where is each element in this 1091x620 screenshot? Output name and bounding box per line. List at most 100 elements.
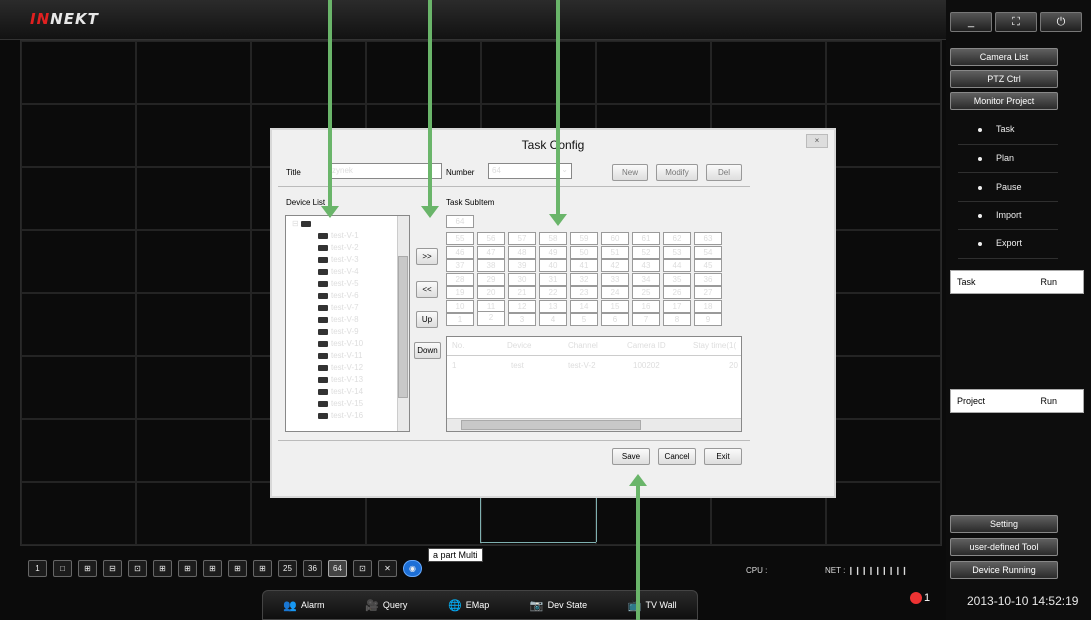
subitem-cell[interactable]: 22 xyxy=(539,286,567,299)
camera-list-button[interactable]: Camera List xyxy=(950,48,1058,66)
layout-36-button[interactable]: 36 xyxy=(303,560,322,577)
delete-button[interactable]: Del xyxy=(706,164,742,181)
subitem-cell[interactable]: 52 xyxy=(632,245,660,259)
column-header[interactable]: No. xyxy=(452,341,464,350)
alarm-indicator[interactable]: 1 xyxy=(910,592,930,604)
monitor-project-button[interactable]: Monitor Project xyxy=(950,92,1058,110)
subitem-cell[interactable]: 54 xyxy=(694,245,722,259)
subitem-cell[interactable]: 63 xyxy=(694,232,722,245)
subitem-cell[interactable]: 47 xyxy=(477,245,505,259)
subitem-cell[interactable]: 29 xyxy=(477,272,505,286)
tree-scrollbar[interactable] xyxy=(397,216,409,431)
column-header[interactable]: Channel xyxy=(568,341,598,350)
tree-item[interactable]: test-V-5 xyxy=(318,279,359,288)
subitem-cell[interactable]: 56 xyxy=(477,232,505,245)
move-up-button[interactable]: Up xyxy=(416,311,438,328)
subitem-cell[interactable]: 14 xyxy=(570,299,598,313)
subitem-cell[interactable]: 36 xyxy=(694,272,722,286)
subitem-cell[interactable]: 61 xyxy=(632,232,660,245)
subitem-cell[interactable]: 50 xyxy=(570,245,598,259)
tree-item[interactable]: test-V-10 xyxy=(318,339,363,348)
subitem-cell[interactable]: 24 xyxy=(601,286,629,299)
subitem-cell[interactable]: 35 xyxy=(663,272,691,286)
menu-item-pause[interactable]: Pause xyxy=(978,182,1022,192)
subitem-cell[interactable]: 5 xyxy=(570,313,598,326)
exit-button[interactable]: Exit xyxy=(704,448,742,465)
subitem-cell[interactable]: 51 xyxy=(601,245,629,259)
tree-item[interactable]: test-V-8 xyxy=(318,315,359,324)
project-run-bar[interactable]: Project Run xyxy=(950,389,1084,413)
subitem-cell[interactable]: 27 xyxy=(694,286,722,299)
save-button[interactable]: Save xyxy=(612,448,650,465)
subitem-cell[interactable]: 10 xyxy=(446,299,474,313)
subitem-cell[interactable]: 19 xyxy=(446,286,474,299)
subitem-cell[interactable]: 31 xyxy=(539,272,567,286)
subitem-cell[interactable]: 62 xyxy=(663,232,691,245)
tree-item[interactable]: test-V-11 xyxy=(318,351,362,360)
tree-item[interactable]: test-V-6 xyxy=(318,291,359,300)
task-run-label[interactable]: Run xyxy=(1040,277,1057,287)
layout-20-button[interactable]: ⊞ xyxy=(253,560,272,577)
subitem-cell[interactable]: 39 xyxy=(508,259,536,272)
minimize-button[interactable]: _ xyxy=(950,12,992,32)
subitem-cell[interactable]: 32 xyxy=(570,272,598,286)
subitem-cell[interactable]: 6 xyxy=(601,313,629,326)
subitem-cell[interactable]: 20 xyxy=(477,286,505,299)
subitem-cell[interactable]: 44 xyxy=(663,259,691,272)
subitem-cell[interactable]: 59 xyxy=(570,232,598,245)
layout-6-button[interactable]: ⊟ xyxy=(103,560,122,577)
menu-item-task[interactable]: Task xyxy=(978,124,1015,134)
layout-1-button[interactable]: 1 xyxy=(28,560,47,577)
tree-item[interactable]: test-V-15 xyxy=(318,399,363,408)
subitem-cell[interactable]: 41 xyxy=(570,259,598,272)
subitem-cell[interactable]: 43 xyxy=(632,259,660,272)
subitem-cell[interactable]: 16 xyxy=(632,299,660,313)
layout-16-button[interactable]: ⊞ xyxy=(228,560,247,577)
move-down-button[interactable]: Down xyxy=(414,342,441,359)
subitem-cell[interactable]: 2 xyxy=(477,311,505,326)
subitem-cell[interactable]: 53 xyxy=(663,245,691,259)
subitem-cell[interactable]: 37 xyxy=(446,259,474,272)
power-button[interactable]: ⏻ xyxy=(1040,12,1082,32)
project-run-label[interactable]: Run xyxy=(1040,396,1057,406)
tree-item[interactable]: test-V-16 xyxy=(318,411,363,420)
subitem-cell[interactable]: 30 xyxy=(508,272,536,286)
subitem-cell[interactable]: 49 xyxy=(539,245,567,259)
subitem-cell[interactable]: 9 xyxy=(694,313,722,326)
tab-dev-state[interactable]: 📷 Dev State xyxy=(530,599,587,612)
layout-4-button[interactable]: ⊞ xyxy=(78,560,97,577)
subitem-cell[interactable]: 38 xyxy=(477,259,505,272)
subitem-cell[interactable]: 57 xyxy=(508,232,536,245)
close-icon[interactable]: × xyxy=(806,134,828,148)
subitem-cell[interactable]: 64 xyxy=(446,215,474,228)
part-multi-icon[interactable]: ◉ xyxy=(403,560,422,577)
subitem-cell[interactable]: 34 xyxy=(632,272,660,286)
tab-emap[interactable]: 🌐 EMap xyxy=(448,599,489,612)
task-subitem-grid[interactable]: 64 55 56 57 58 59 60 61 62 63 46 47 48 49 50 51 52 53 54 37… xyxy=(446,215,726,340)
layout-9-button[interactable]: ⊞ xyxy=(153,560,172,577)
tree-item[interactable]: test-V-3 xyxy=(318,255,359,264)
tree-item[interactable]: test-V-13 xyxy=(318,375,363,384)
fullscreen-button[interactable]: ⛶ xyxy=(995,12,1037,32)
menu-item-plan[interactable]: Plan xyxy=(978,153,1014,163)
tree-item[interactable]: test-V-4 xyxy=(318,267,359,276)
subitem-cell[interactable]: 45 xyxy=(694,259,722,272)
menu-item-export[interactable]: Export xyxy=(978,238,1022,248)
subitem-cell[interactable]: 46 xyxy=(446,245,474,259)
fullscreen-layout-button[interactable]: ⊡ xyxy=(353,560,372,577)
subitem-cell[interactable]: 26 xyxy=(663,286,691,299)
scroll-thumb[interactable] xyxy=(398,256,408,398)
subitem-cell[interactable]: 48 xyxy=(508,245,536,259)
tree-item[interactable]: test-V-12 xyxy=(318,363,363,372)
subitem-cell[interactable]: 7 xyxy=(632,313,660,326)
subitem-cell[interactable]: 55 xyxy=(446,232,474,245)
subitem-cell[interactable]: 8 xyxy=(663,313,691,326)
subitem-cell[interactable]: 40 xyxy=(539,259,567,272)
subitem-cell[interactable]: 58 xyxy=(539,232,567,245)
tree-item[interactable]: test-V-1 xyxy=(318,231,359,240)
subitem-cell[interactable]: 28 xyxy=(446,272,474,286)
tree-item[interactable]: test-V-9 xyxy=(318,327,359,336)
tree-item[interactable]: test-V-14 xyxy=(318,387,363,396)
tree-root[interactable]: ⊟ xyxy=(292,219,314,228)
column-header[interactable]: Stay time(1( xyxy=(693,341,736,350)
